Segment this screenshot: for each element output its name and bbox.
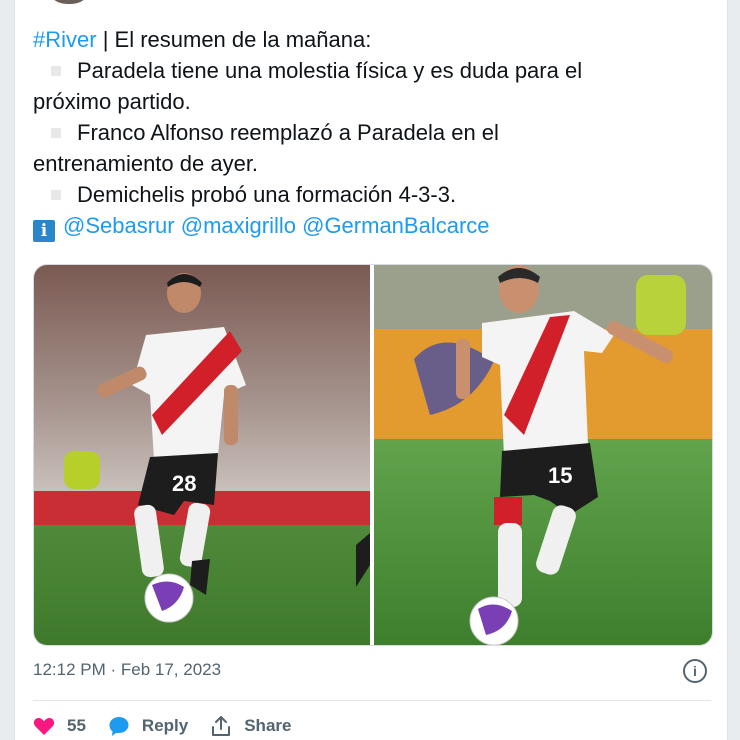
tweet-intro-line: #River | El resumen de la mañana: <box>33 24 693 55</box>
hashtag-link[interactable]: #River <box>33 27 97 52</box>
tweet-text: #River | El resumen de la mañana: Parade… <box>33 24 693 242</box>
photo-left[interactable]: 28 <box>34 265 370 645</box>
reply-label: Reply <box>141 716 189 735</box>
tweet-intro: | El resumen de la mañana: <box>96 27 372 52</box>
bullet-text: próximo partido. <box>33 89 191 114</box>
reply-bubble-icon <box>109 717 129 736</box>
media-grid: 28 15 <box>33 264 713 646</box>
tweet-timestamp[interactable]: 12:12 PM · Feb 17, 2023 <box>33 660 221 680</box>
photo-right[interactable]: 15 <box>374 265 712 645</box>
bullet-line: Demichelis probó una formación 4-3-3. <box>33 179 693 210</box>
likes-count: 55 <box>67 716 86 735</box>
bullet-line: Franco Alfonso reemplazó a Paradela en e… <box>33 117 693 148</box>
mentions-line: i @Sebasrur @maxigrillo @GermanBalcarce <box>33 210 693 242</box>
bullet-continuation: próximo partido. <box>33 86 693 117</box>
avatar[interactable] <box>45 0 93 4</box>
bullet-text: Franco Alfonso reemplazó a Paradela en e… <box>77 120 499 145</box>
divider <box>33 700 711 701</box>
action-bar: 55 Reply Share <box>33 712 313 740</box>
like-button[interactable]: 55 <box>33 716 86 736</box>
info-square-icon: i <box>33 220 55 242</box>
bullet-text: entrenamiento de ayer. <box>33 151 259 176</box>
bullet-icon <box>51 189 61 200</box>
player-photo-left: 28 <box>34 265 370 645</box>
reply-button[interactable]: Reply <box>108 715 188 737</box>
share-label: Share <box>244 716 292 735</box>
heart-icon <box>33 718 55 735</box>
bullet-icon <box>51 127 61 138</box>
bullet-text: Demichelis probó una formación 4-3-3. <box>77 182 457 207</box>
mention-link[interactable]: @Sebasrur <box>63 213 175 238</box>
info-circle-icon[interactable]: i <box>683 659 707 683</box>
mention-link[interactable]: @GermanBalcarce <box>302 213 489 238</box>
player-photo-right: 15 <box>374 265 712 645</box>
tweet-card: #River | El resumen de la mañana: Parade… <box>14 0 728 740</box>
mention-link[interactable]: @maxigrillo <box>181 213 296 238</box>
share-button[interactable]: Share <box>210 715 291 737</box>
left-shirt-number: 28 <box>172 471 196 496</box>
bullet-icon <box>51 65 61 76</box>
right-shirt-number: 15 <box>548 463 572 488</box>
bullet-line: Paradela tiene una molestia física y es … <box>33 55 693 86</box>
bullet-continuation: entrenamiento de ayer. <box>33 148 693 179</box>
share-icon <box>212 716 231 736</box>
bullet-text: Paradela tiene una molestia física y es … <box>77 58 583 83</box>
